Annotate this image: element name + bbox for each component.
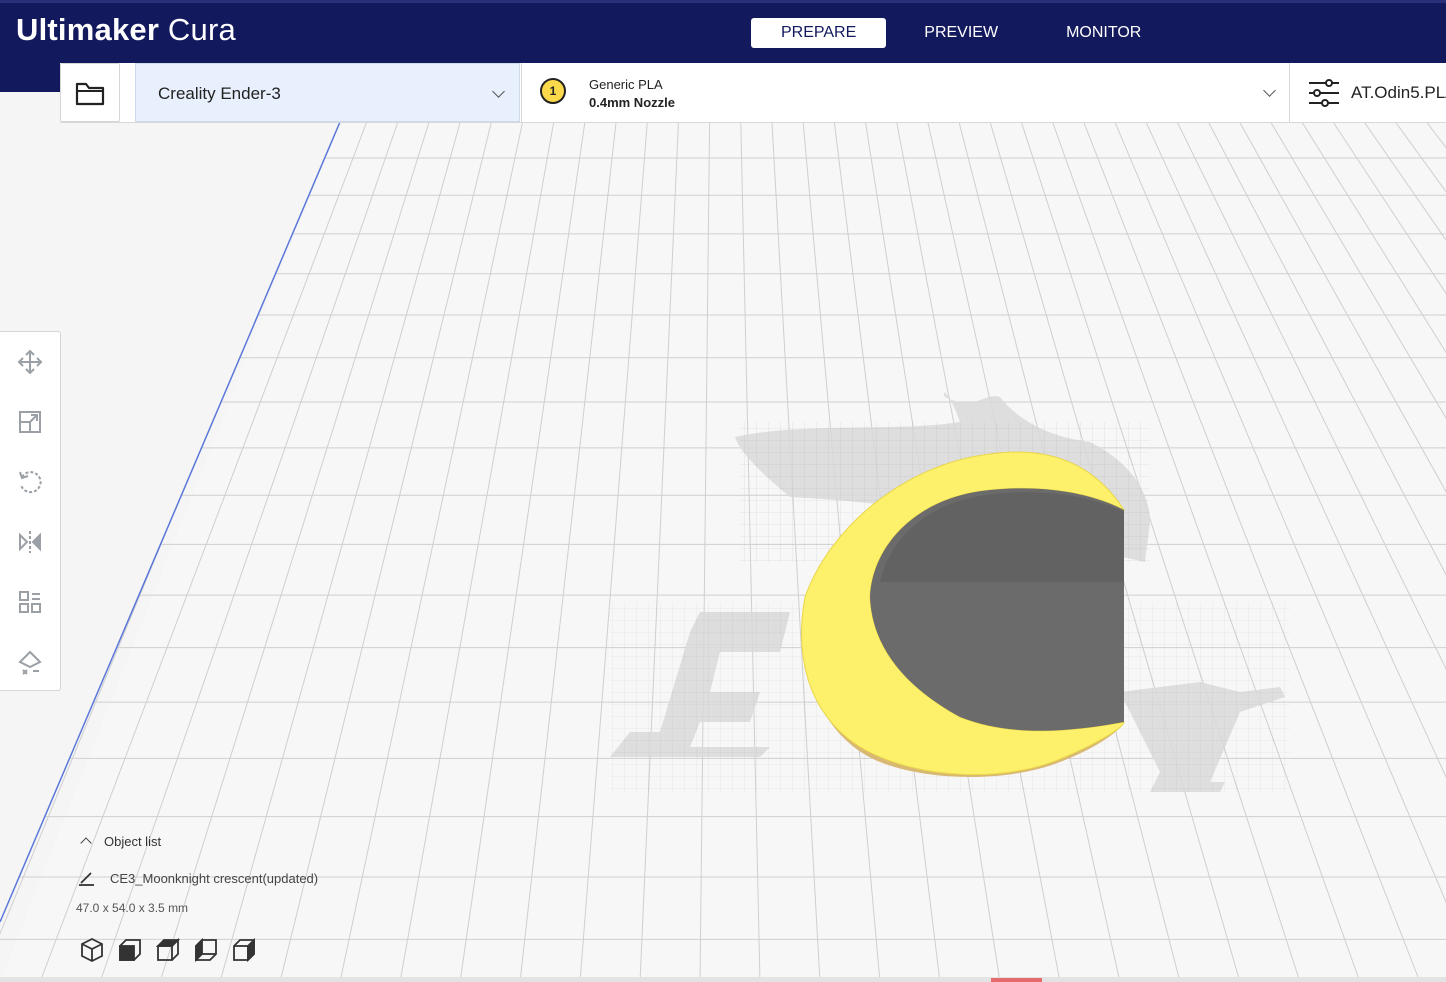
chevron-down-icon [1263,84,1276,97]
mirror-icon [19,531,41,553]
bottom-scroll-strip [0,977,1446,982]
object-list-title: Object list [104,834,162,849]
top-view-icon [155,937,181,961]
material-name: Generic PLA [589,77,663,92]
3d-view-icon [81,937,103,963]
printer-selector[interactable]: Creality Ender-3 [135,63,520,122]
support-blocker-tool-button[interactable] [14,646,46,678]
support-blocker-icon [18,650,42,675]
object-list-toggle[interactable]: Object list [78,834,161,849]
print-settings-selector[interactable]: AT.Odin5.PLA [1291,63,1446,122]
stage-tabs: PREPARE PREVIEW MONITOR [751,18,1179,48]
per-model-settings-icon [19,591,41,613]
edit-pencil-icon [79,872,94,886]
printer-name: Creality Ender-3 [158,84,281,103]
bottom-indicator [991,978,1042,982]
extruder-badge: 1 [540,78,566,104]
move-tool-button[interactable] [14,346,46,378]
tab-prepare[interactable]: PREPARE [751,18,887,48]
right-view-icon [233,937,255,963]
tab-monitor[interactable]: MONITOR [1036,18,1171,48]
camera-view-buttons [78,936,268,964]
scale-tool-button[interactable] [14,406,46,438]
profile-name: AT.Odin5.PLA [1351,83,1446,102]
object-name: CE3_Moonknight crescent(updated) [110,871,319,886]
open-file-button[interactable] [60,63,120,122]
object-list-panel: Object list CE3_Moonknight crescent(upda… [76,830,438,970]
move-icon [17,349,43,375]
top-bar-border [0,0,1446,3]
folder-icon [75,82,105,105]
rotate-icon [19,471,42,494]
object-dimensions: 47.0 x 54.0 x 3.5 mm [76,901,189,915]
top-view-button[interactable] [154,936,182,964]
per-model-settings-tool-button[interactable] [14,586,46,618]
chevron-up-icon [80,837,92,849]
scale-icon [19,411,41,433]
mirror-tool-button[interactable] [14,526,46,558]
left-view-icon [195,937,217,963]
3d-view-button[interactable] [78,936,106,964]
settings-sliders-icon [1309,79,1339,107]
front-view-button[interactable] [116,936,144,964]
chevron-down-icon [492,85,505,98]
left-view-button[interactable] [192,936,220,964]
tool-panel [0,331,61,691]
front-view-icon [119,939,141,961]
object-list-item[interactable]: CE3_Moonknight crescent(updated) [78,870,318,886]
material-selector[interactable]: 1 Generic PLA 0.4mm Nozzle [521,63,1290,122]
nozzle-size: 0.4mm Nozzle [589,95,675,110]
tab-preview[interactable]: PREVIEW [894,18,1028,48]
rotate-tool-button[interactable] [14,466,46,498]
app-logo: Ultimaker Cura [16,12,236,47]
right-view-button[interactable] [230,936,258,964]
